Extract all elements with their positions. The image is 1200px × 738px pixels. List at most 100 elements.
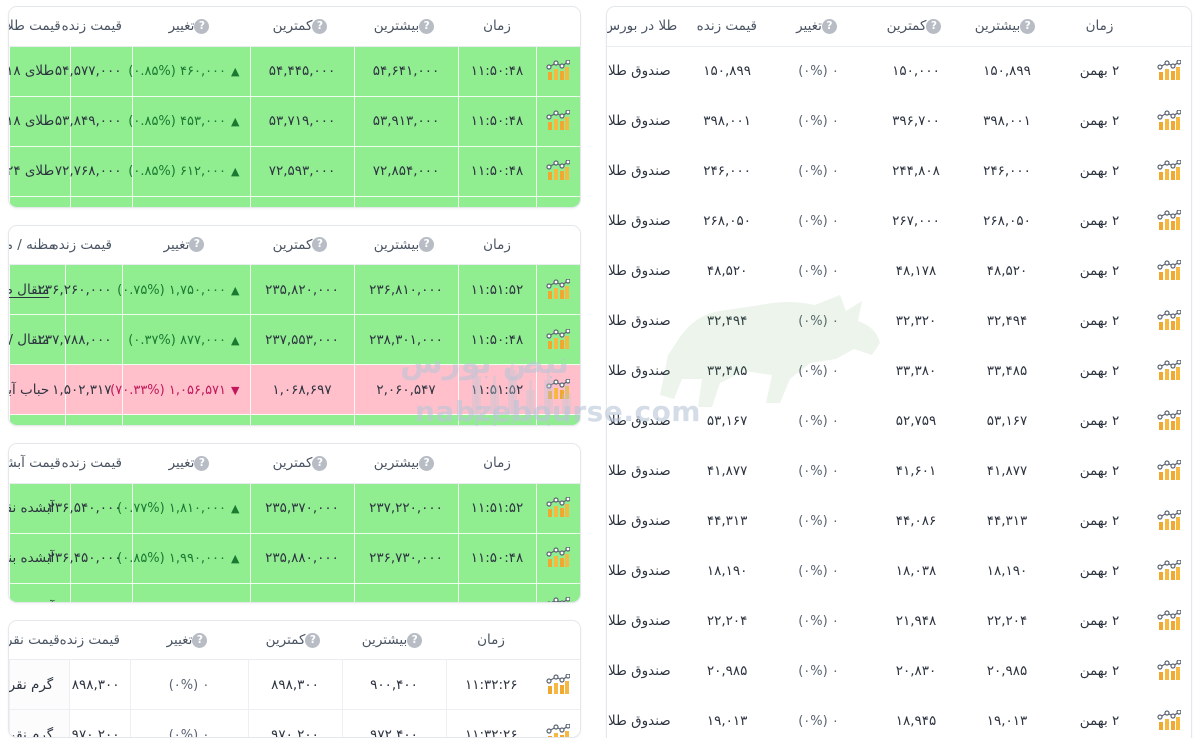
row-chart-button[interactable] xyxy=(535,364,580,416)
cell-asset-name[interactable]: صندوق طلای تابش xyxy=(607,596,688,647)
help-icon[interactable]: ? xyxy=(419,237,435,253)
row-chart-button[interactable] xyxy=(535,533,580,584)
row-chart-button[interactable] xyxy=(1146,696,1191,738)
table-row[interactable]: ۱۱:۵۰:۴۸ ۲۳۸,۳۰۱,۰۰۰ ۲۳۷,۵۵۳,۰۰۰ ۸۷۷,۰۰۰… xyxy=(9,314,580,366)
help-icon[interactable]: ? xyxy=(305,632,321,648)
row-chart-button[interactable] xyxy=(535,96,580,147)
row-chart-button[interactable] xyxy=(535,314,580,366)
help-icon[interactable]: ? xyxy=(194,18,210,34)
row-chart-button[interactable] xyxy=(1146,146,1191,197)
table-row[interactable]: ۱۱:۳۲:۲۶ ۹۷۲,۴۰۰ ۹۷۰,۲۰۰ ۰ (۰%) ۹۷۰,۲۰۰ … xyxy=(9,709,581,737)
table-row[interactable]: ۱۱:۵۰:۵۱ ۲۵۸,۹۳۲,۱۲۰ ۲۵۵,۷۳۰,۲۵۰ ۳,۱۱۳,۵… xyxy=(9,414,580,426)
table-row[interactable]: ۲ بهمن ۲۶۸,۰۵۰ ۲۶۷,۰۰۰ ۰ (۰%) ۲۶۸,۰۵۰ صن… xyxy=(607,196,1191,247)
cell-asset-name[interactable]: صندوق طلای جواهر xyxy=(607,646,688,697)
table-row[interactable]: ۱۱:۵۰:۴۸ ۲۳۶,۷۸۰,۰۰۰ ۲۳۵,۹۳۰,۰۰۰ ۱,۹۹۰,۰… xyxy=(9,583,580,602)
cell-asset-name[interactable]: صندوق طلای گوهر xyxy=(607,196,688,247)
table-row[interactable]: ۲ بهمن ۵۳,۱۶۷ ۵۲,۷۵۹ ۰ (۰%) ۵۳,۱۶۷ صندوق… xyxy=(607,396,1191,447)
table-row[interactable]: ۲ بهمن ۲۰,۹۸۵ ۲۰,۸۳۰ ۰ (۰%) ۲۰,۹۸۵ صندوق… xyxy=(607,646,1191,697)
help-icon[interactable]: ? xyxy=(1020,18,1036,34)
row-chart-button[interactable] xyxy=(1146,96,1191,147)
cell-low: ۲۳۵,۸۲۰,۰۰۰ xyxy=(249,264,354,316)
row-chart-button[interactable] xyxy=(1146,346,1191,397)
row-chart-button[interactable] xyxy=(536,710,580,737)
cell-time: ۱۱:۵۰:۵۱ xyxy=(457,414,536,426)
cell-asset-name[interactable]: صندوق طلای ناب xyxy=(607,696,688,738)
cell-asset-name[interactable]: طلای دست دوم xyxy=(9,196,71,207)
table-row[interactable]: ۲ بهمن ۳۲,۴۹۴ ۳۲,۳۲۰ ۰ (۰%) ۳۲,۴۹۴ صندوق… xyxy=(607,296,1191,347)
row-chart-button[interactable] xyxy=(1146,546,1191,597)
row-chart-button[interactable] xyxy=(535,264,580,316)
table-row[interactable]: ۲ بهمن ۴۱,۸۷۷ ۴۱,۶۰۱ ۰ (۰%) ۴۱,۸۷۷ صندوق… xyxy=(607,446,1191,497)
table-row[interactable]: ۲ بهمن ۴۴,۳۱۳ ۴۴,۰۸۶ ۰ (۰%) ۴۴,۳۱۳ صندوق… xyxy=(607,496,1191,547)
cell-asset-name[interactable]: صندوق طلای نفیس xyxy=(607,296,688,347)
cell-asset-name[interactable]: صندوق طلای عیار xyxy=(607,46,688,97)
cell-high: ۹۰۰,۴۰۰ xyxy=(341,659,446,711)
cell-live-price: ۲۴۶,۰۰۰ xyxy=(686,146,767,197)
row-chart-button[interactable] xyxy=(535,414,580,426)
table-row[interactable]: ۲ بهمن ۱۸,۱۹۰ ۱۸,۰۳۸ ۰ (۰%) ۱۸,۱۹۰ صندوق… xyxy=(607,546,1191,597)
cell-asset-name[interactable]: مثقال / بر مبنای سکه xyxy=(9,414,66,426)
cell-asset-name[interactable]: صندوق طلای کهربا xyxy=(607,396,688,447)
row-chart-button[interactable] xyxy=(1146,446,1191,497)
table-row[interactable]: ۱۱:۵۰:۴۸ ۷۲,۸۵۴,۰۰۰ ۷۲,۵۹۳,۰۰۰ ۶۱۲,۰۰۰ (… xyxy=(9,146,580,197)
table-row[interactable]: ۱۱:۳۲:۲۶ ۹۰۰,۴۰۰ ۸۹۸,۳۰۰ ۰ (۰%) ۸۹۸,۳۰۰ … xyxy=(9,659,580,711)
help-icon[interactable]: ? xyxy=(419,455,435,471)
cell-asset-name[interactable]: صندوق طلای آلتون xyxy=(607,546,688,597)
table-row[interactable]: ۲ بهمن ۳۹۸,۰۰۱ ۳۹۶,۷۰۰ ۰ (۰%) ۳۹۸,۰۰۱ صن… xyxy=(607,96,1191,147)
cell-change: ۰ (۰%) xyxy=(766,246,870,297)
table-row[interactable]: ۲ بهمن ۱۹,۰۱۳ ۱۸,۹۴۵ ۰ (۰%) ۱۹,۰۱۳ صندوق… xyxy=(607,696,1191,738)
help-icon[interactable]: ? xyxy=(192,632,208,648)
table-row[interactable]: ۱۱:۵۰:۴۸ ۲۳۶,۷۳۰,۰۰۰ ۲۳۵,۸۸۰,۰۰۰ ۱,۹۹۰,۰… xyxy=(9,533,580,584)
row-chart-button[interactable] xyxy=(1146,646,1191,697)
cell-asset-name[interactable]: صندوق طلای گنج xyxy=(607,246,688,297)
table-row[interactable]: ۲ بهمن ۴۸,۵۲۰ ۴۸,۱۷۸ ۰ (۰%) ۴۸,۵۲۰ صندوق… xyxy=(607,246,1191,297)
table-row[interactable]: ۲ بهمن ۱۵۰,۸۹۹ ۱۵۰,۰۰۰ ۰ (۰%) ۱۵۰,۸۹۹ صن… xyxy=(607,46,1191,97)
cell-asset-name[interactable]: گرم نقره ۹۲۵ xyxy=(9,659,70,711)
table-row[interactable]: ۱۱:۵۱:۵۲ ۲۳۷,۲۲۰,۰۰۰ ۲۳۵,۳۷۰,۰۰۰ ۱,۸۱۰,۰… xyxy=(9,483,580,534)
row-chart-button[interactable] xyxy=(535,146,580,197)
cell-asset-name[interactable]: صندوق طلای زر xyxy=(607,146,688,197)
help-icon[interactable]: ? xyxy=(926,18,942,34)
cell-asset-name[interactable]: صندوق طلای زرفام xyxy=(607,446,688,497)
help-icon[interactable]: ? xyxy=(312,455,328,471)
help-icon[interactable]: ? xyxy=(419,18,435,34)
table-row[interactable]: ۱۱:۵۱:۵۲ ۲۳۶,۸۱۰,۰۰۰ ۲۳۵,۸۲۰,۰۰۰ ۱,۷۵۰,۰… xyxy=(9,264,580,316)
row-chart-button[interactable] xyxy=(1146,496,1191,547)
cell-high: ۵۳,۹۱۲,۷۸۰ xyxy=(353,196,458,207)
cell-change: ۶۱۲,۰۰۰ (۰.۸۵%) xyxy=(128,146,250,197)
row-chart-button[interactable] xyxy=(1146,196,1191,247)
cell-time: ۱۱:۵۰:۴۸ xyxy=(457,196,536,207)
help-icon[interactable]: ? xyxy=(312,237,328,253)
cell-asset-name[interactable]: صندوق طلای نهال xyxy=(607,346,688,397)
table-row[interactable]: ۱۱:۵۰:۴۸ ۵۳,۹۱۲,۷۸۰ ۵۳,۷۱۹,۱۶۰ ۴۵۳,۳۰۰ (… xyxy=(9,196,580,207)
table-row[interactable]: ۱۱:۵۱:۵۲ ۲,۰۶۰,۵۴۷ ۱,۰۶۸,۶۹۷ ۱,۰۵۶,۵۷۱ (… xyxy=(9,364,580,416)
row-chart-button[interactable] xyxy=(535,196,580,207)
row-chart-button[interactable] xyxy=(536,659,580,711)
help-icon[interactable]: ? xyxy=(189,237,205,253)
table-row[interactable]: ۲ بهمن ۲۲,۲۰۴ ۲۱,۹۴۸ ۰ (۰%) ۲۲,۲۰۴ صندوق… xyxy=(607,596,1191,647)
help-icon[interactable]: ? xyxy=(312,18,328,34)
row-chart-button[interactable] xyxy=(535,483,580,534)
cell-high: ۱۸,۱۹۰ xyxy=(961,546,1052,597)
table-row[interactable]: ۲ بهمن ۲۴۶,۰۰۰ ۲۴۴,۸۰۸ ۰ (۰%) ۲۴۶,۰۰۰ صن… xyxy=(607,146,1191,197)
row-chart-button[interactable] xyxy=(1146,246,1191,297)
cell-time: ۲ بهمن xyxy=(1051,196,1147,247)
row-chart-button[interactable] xyxy=(1146,396,1191,447)
row-chart-button[interactable] xyxy=(1146,296,1191,347)
row-chart-button[interactable] xyxy=(535,583,580,602)
help-icon[interactable]: ? xyxy=(194,455,210,471)
abshodeh-body: ۱۱:۵۱:۵۲ ۲۳۷,۲۲۰,۰۰۰ ۲۳۵,۳۷۰,۰۰۰ ۱,۸۱۰,۰… xyxy=(9,483,580,602)
table-row[interactable]: ۲ بهمن ۳۳,۴۸۵ ۳۳,۳۸۰ ۰ (۰%) ۳۳,۴۸۵ صندوق… xyxy=(607,346,1191,397)
row-chart-button[interactable] xyxy=(535,46,580,97)
help-icon[interactable]: ? xyxy=(407,632,423,648)
cell-asset-name[interactable]: گرم نقره ۹۹۹ xyxy=(9,709,70,737)
row-chart-button[interactable] xyxy=(1146,596,1191,647)
cell-asset-name[interactable]: صندوق طلای لوتوس xyxy=(607,96,688,147)
row-chart-button[interactable] xyxy=(1146,46,1191,97)
help-icon[interactable]: ? xyxy=(821,18,837,34)
cell-high: ۴۴,۳۱۳ xyxy=(961,496,1052,547)
table-header-row: زمان ?بیشترین ?کمترین ?تغییر قیمت زنده ط… xyxy=(607,7,1191,47)
cell-asset-name[interactable]: صندوق طلای مثقال xyxy=(607,496,688,547)
table-row[interactable]: ۱۱:۵۰:۴۸ ۵۳,۹۱۳,۰۰۰ ۵۳,۷۱۹,۰۰۰ ۴۵۳,۰۰۰ (… xyxy=(9,96,580,147)
table-row[interactable]: ۱۱:۵۰:۴۸ ۵۴,۶۴۱,۰۰۰ ۵۴,۴۴۵,۰۰۰ ۴۶۰,۰۰۰ (… xyxy=(9,46,580,97)
